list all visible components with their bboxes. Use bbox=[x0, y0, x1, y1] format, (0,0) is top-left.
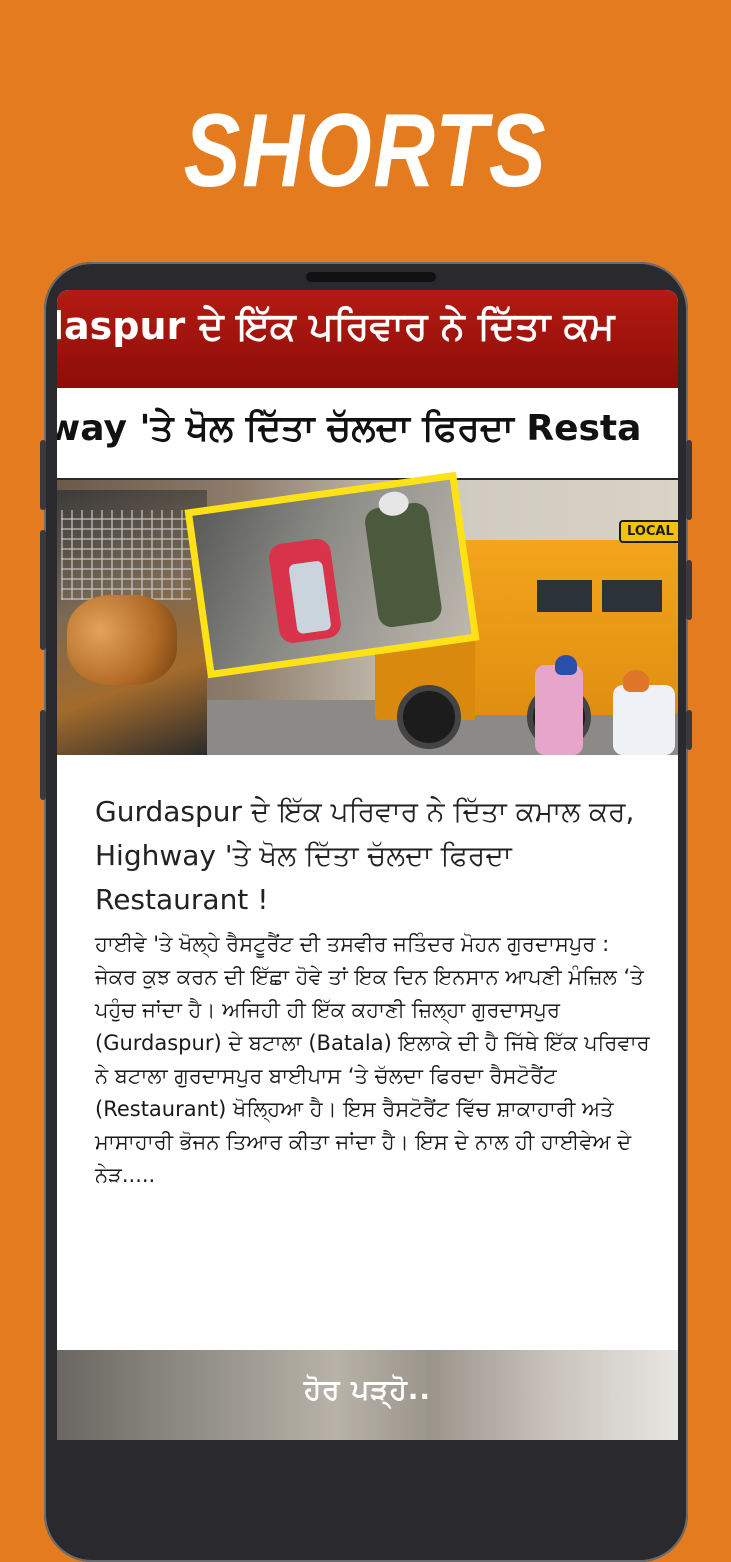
phone-side-button bbox=[40, 710, 46, 800]
article-image[interactable]: laspur ਦੇ ਇੱਕ ਪਰਿਵਾਰ ਨੇ ਦਿੱਤਾ ਕਮ way 'ਤੇ… bbox=[57, 290, 678, 755]
photo-person bbox=[613, 685, 675, 755]
photo-person-man bbox=[363, 501, 444, 629]
image-banner-red: laspur ਦੇ ਇੱਕ ਪਰਿਵਾਰ ਨੇ ਦਿੱਤਾ ਕਮ bbox=[57, 290, 678, 388]
photo-person bbox=[535, 665, 583, 755]
photo-truck-wheel bbox=[397, 685, 461, 749]
image-banner-line1: laspur ਦੇ ਇੱਕ ਪਰਿਵਾਰ ਨੇ ਦਿੱਤਾ ਕਮ bbox=[57, 304, 615, 348]
phone-side-button bbox=[686, 440, 692, 520]
article-excerpt: ਹਾਈਵੇ 'ਤੇ ਖੋਲ੍ਹੇ ਰੈਸਟੂਰੈਂਟ ਦੀ ਤਸਵੀਰ ਜਤਿੰ… bbox=[95, 932, 650, 1187]
photo-person bbox=[555, 655, 577, 675]
article-headline[interactable]: Gurdaspur ਦੇ ਇੱਕ ਪਰਿਵਾਰ ਨੇ ਦਿੱਤਾ ਕਮਾਲ ਕਰ… bbox=[95, 790, 655, 922]
image-banner-white: way 'ਤੇ ਖੋਲ ਦਿੱਤਾ ਚੱਲਦਾ ਫਿਰਦਾ Resta bbox=[57, 388, 678, 481]
photo-truck-window bbox=[602, 580, 662, 612]
phone-side-button bbox=[40, 530, 46, 650]
photo-fryer-basket bbox=[61, 510, 191, 600]
photo-truck-window bbox=[537, 580, 592, 612]
phone-speaker bbox=[306, 272, 436, 282]
phone-side-button bbox=[40, 440, 46, 510]
read-more-button[interactable]: ਹੋਰ ਪੜ੍ਹੋ.. bbox=[57, 1373, 678, 1407]
image-local-badge: LOCAL bbox=[619, 520, 678, 543]
inset-photo-scene bbox=[192, 479, 472, 671]
phone-screen: laspur ਦੇ ਇੱਕ ਪਰਿਵਾਰ ਨੇ ਦਿੱਤਾ ਕਮ way 'ਤੇ… bbox=[57, 290, 678, 1440]
promo-title: SHORTS bbox=[183, 93, 548, 209]
image-banner-line2: way 'ਤੇ ਖੋਲ ਦਿੱਤਾ ਚੱਲਦਾ ਫਿਰਦਾ Resta bbox=[57, 408, 642, 449]
photo-fried-food bbox=[67, 595, 177, 685]
phone-side-button bbox=[686, 560, 692, 620]
photo-person bbox=[623, 670, 649, 692]
phone-side-button bbox=[686, 710, 692, 750]
